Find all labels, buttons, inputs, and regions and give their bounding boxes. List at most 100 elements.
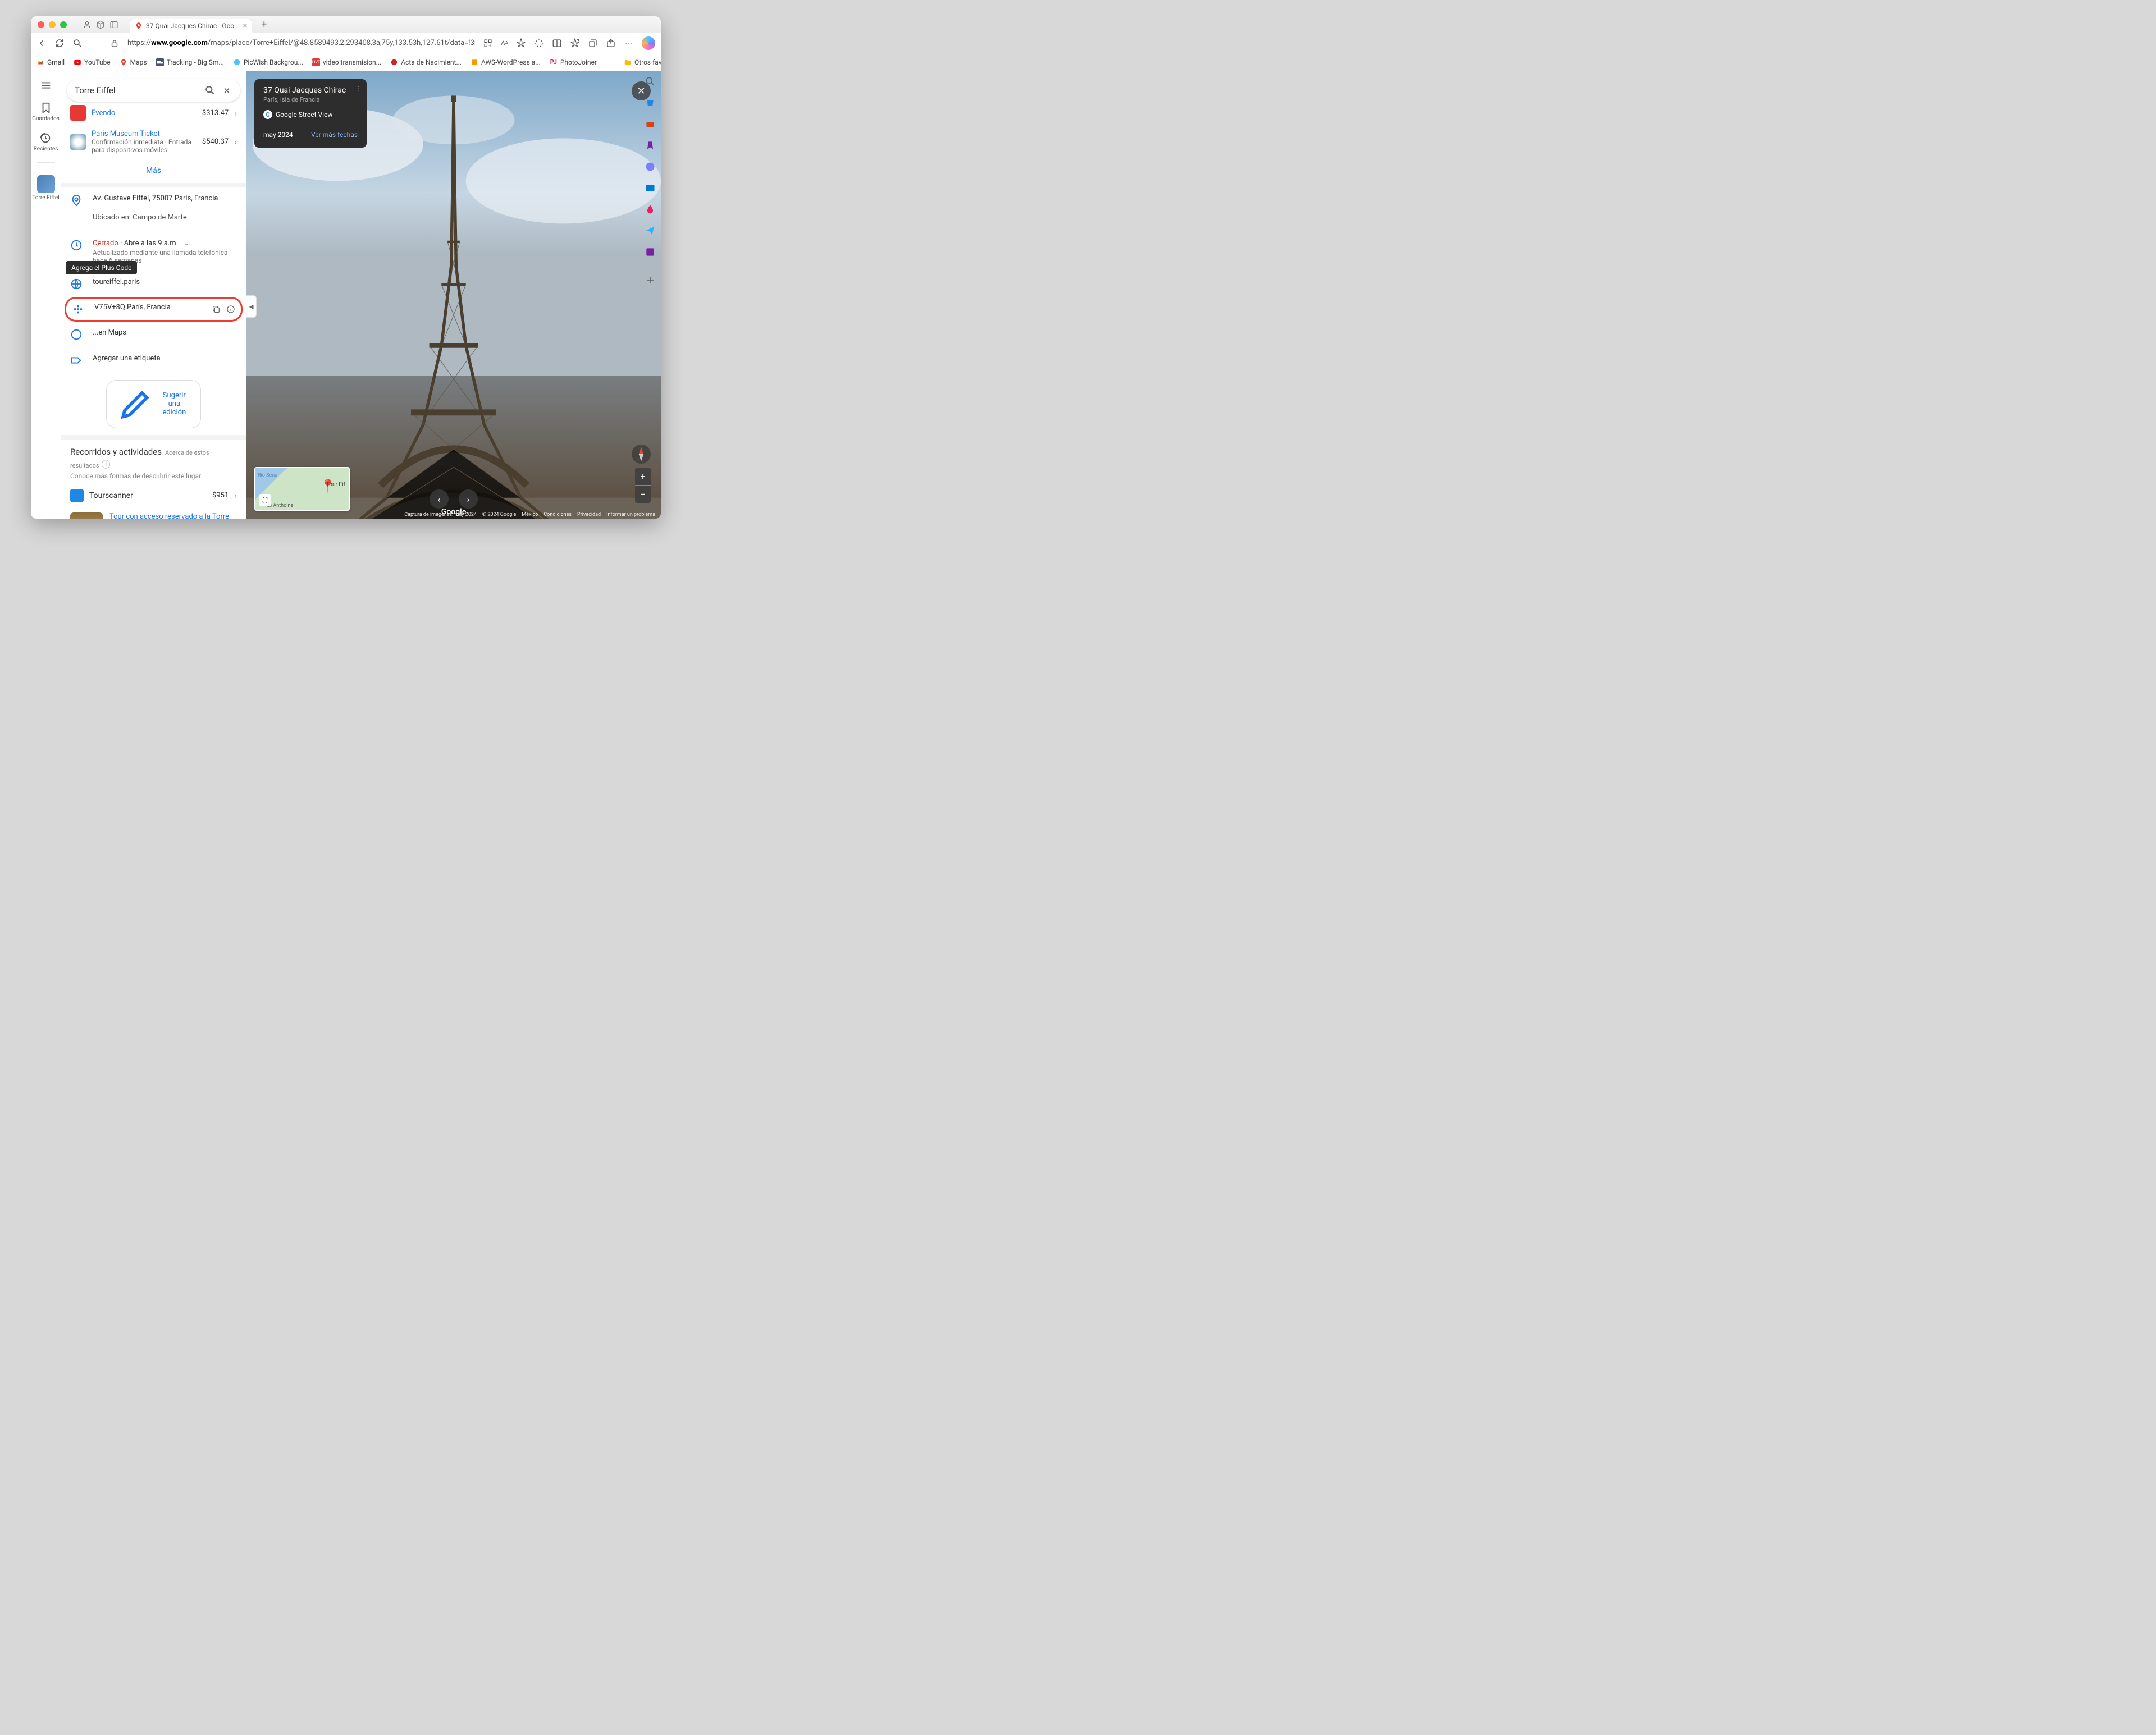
bookmark-video[interactable]: LIVEvideo transmision... [312, 58, 381, 66]
bookmarks-bar: Gmail YouTube Maps Tracking - Big Sm... … [31, 53, 661, 71]
sv-nav: ‹ › [430, 489, 478, 509]
info-pluscode-icon[interactable] [226, 303, 235, 315]
maps-left-rail: Guardados Recientes Torre Eiffel [31, 71, 61, 519]
edge-outlook-icon[interactable] [645, 182, 656, 194]
bookmark-aws[interactable]: AWS-WordPress a... [471, 58, 541, 66]
clock-icon [70, 239, 83, 251]
sv-next-button[interactable]: › [459, 489, 478, 509]
label-icon [70, 354, 83, 367]
back-button[interactable] [36, 38, 47, 48]
bookmark-other[interactable]: Otros favoritos [624, 58, 661, 66]
website-row[interactable]: toureiffel.paris [61, 271, 246, 297]
cube-icon[interactable] [96, 20, 105, 29]
new-tab-button[interactable]: + [261, 19, 267, 30]
app-icon[interactable] [483, 38, 493, 48]
tours-header: Recorridos y actividadesAcerca de estos … [61, 440, 246, 483]
text-size-icon[interactable]: AA [501, 38, 508, 48]
add-label-row[interactable]: Agregar una etiqueta [61, 347, 246, 373]
copy-pluscode-icon[interactable] [212, 303, 221, 315]
split-icon[interactable] [552, 38, 562, 48]
footer-privacy[interactable]: Privacidad [577, 512, 601, 518]
bookmark-youtube[interactable]: YouTube [74, 58, 111, 66]
bookmark-picwish[interactable]: PicWish Backgrou... [233, 58, 303, 66]
ticket-paris-museum[interactable]: Paris Museum TicketConfirmación inmediat… [61, 125, 246, 158]
window-minimize[interactable] [49, 21, 56, 28]
claim-row[interactable]: ...en Maps [61, 322, 246, 347]
content: Guardados Recientes Torre Eiffel × Evend… [31, 71, 661, 519]
share-icon[interactable] [606, 38, 616, 48]
card-menu-icon[interactable]: ⋮ [355, 85, 362, 93]
zoom-in-button[interactable]: + [635, 468, 651, 485]
panel-scroll[interactable]: Evendo $313.47 › Paris Museum TicketConf… [61, 71, 246, 519]
extension-icon[interactable] [534, 38, 544, 48]
tour-item-1[interactable]: Tour con acceso reservado a la Torre Eif… [61, 508, 246, 519]
bookmark-gmail[interactable]: Gmail [36, 58, 65, 66]
settings-gear-icon[interactable] [645, 503, 656, 514]
favorites-icon[interactable] [570, 38, 580, 48]
fullscreen-minimap-icon[interactable]: ⛶ [259, 494, 271, 506]
street-view[interactable]: ⋮ 37 Quai Jacques Chirac París, Isla de … [246, 71, 661, 519]
copilot-icon[interactable] [642, 36, 655, 50]
provider-tourscanner[interactable]: Tourscanner $951 › [61, 483, 246, 508]
pin-icon [70, 194, 83, 207]
globe-icon [70, 278, 83, 290]
bookmark-tracking[interactable]: Tracking - Big Sm... [156, 58, 224, 66]
search-box: × [67, 79, 240, 102]
search-button[interactable] [204, 85, 216, 96]
titlebar: 37 Quai Jacques Chirac - Goo... × + [31, 16, 661, 33]
address-row[interactable]: Av. Gustave Eiffel, 75007 Paris, Francia [61, 187, 246, 213]
compass-icon[interactable] [632, 445, 651, 464]
edge-drop-icon[interactable] [645, 204, 656, 215]
edge-right-rail [642, 71, 659, 286]
details-panel: × Evendo $313.47 › Paris Museum TicketCo… [61, 71, 246, 519]
edge-add-icon[interactable] [645, 274, 656, 286]
search-icon[interactable] [72, 38, 83, 48]
bookmark-acta[interactable]: Acta de Nacimient... [390, 58, 462, 66]
browser-tab[interactable]: 37 Quai Jacques Chirac - Goo... × [130, 19, 252, 33]
window-close[interactable] [38, 21, 44, 28]
url-text[interactable]: https://www.google.com/maps/place/Torre+… [127, 39, 475, 47]
collapse-panel-button[interactable]: ◂ [246, 295, 257, 318]
edge-games-icon[interactable] [645, 140, 656, 151]
tab-close-icon[interactable]: × [243, 21, 247, 30]
suggest-edit-button[interactable]: Sugerir una edición [106, 380, 201, 428]
zoom-out-button[interactable]: − [635, 486, 651, 503]
place-shortcut[interactable]: Torre Eiffel [32, 173, 59, 201]
zoom-control: + − [635, 468, 651, 503]
saved-button[interactable]: Guardados [32, 102, 60, 122]
edge-tools-icon[interactable] [645, 118, 656, 130]
reload-button[interactable] [54, 38, 65, 48]
search-input[interactable] [75, 85, 199, 95]
window-maximize[interactable] [60, 21, 67, 28]
collections-icon[interactable] [588, 38, 598, 48]
star-icon[interactable] [516, 38, 526, 48]
bookmark-photojoiner[interactable]: PJPhotoJoiner [550, 58, 597, 66]
lock-icon[interactable] [109, 38, 120, 48]
edge-shopping-icon[interactable] [645, 97, 656, 108]
sidebar-toggle-icon[interactable] [109, 20, 118, 29]
profile-icon[interactable] [83, 20, 92, 29]
footer-terms[interactable]: Condiciones [543, 512, 572, 518]
minimap[interactable]: Río Sena 📍 Tour Eif lle Anthoine ⛶ [254, 467, 350, 511]
plus-code-row[interactable]: V75V+8Q París, Francia [65, 297, 243, 322]
sv-more-dates[interactable]: Ver más fechas [311, 131, 358, 139]
more-icon[interactable]: ⋯ [624, 38, 634, 48]
edge-m365-icon[interactable] [645, 161, 656, 172]
edge-send-icon[interactable] [645, 225, 656, 236]
sv-prev-button[interactable]: ‹ [430, 489, 449, 509]
sv-source[interactable]: GGoogle Street View [263, 108, 358, 121]
bookmark-maps[interactable]: Maps [120, 58, 147, 66]
located-in-row: Ubicado en: Campo de Marte [61, 213, 246, 232]
edge-search-icon[interactable] [645, 76, 656, 87]
recents-button[interactable]: Recientes [34, 132, 58, 152]
more-tickets-button[interactable]: Más [61, 158, 246, 183]
clear-search-icon[interactable]: × [221, 85, 232, 96]
sv-footer: Captura de imágenes: may 2024 © 2024 Goo… [404, 512, 655, 518]
ticket-evendo[interactable]: Evendo $313.47 › [61, 100, 246, 125]
sv-subtitle: París, Isla de Francia [263, 96, 358, 103]
edge-onenote-icon[interactable] [645, 246, 656, 258]
tab-title: 37 Quai Jacques Chirac - Goo... [146, 22, 240, 30]
footer-country[interactable]: México [522, 512, 538, 518]
streetview-info-card: ⋮ 37 Quai Jacques Chirac París, Isla de … [254, 79, 367, 148]
menu-button[interactable] [40, 79, 52, 91]
